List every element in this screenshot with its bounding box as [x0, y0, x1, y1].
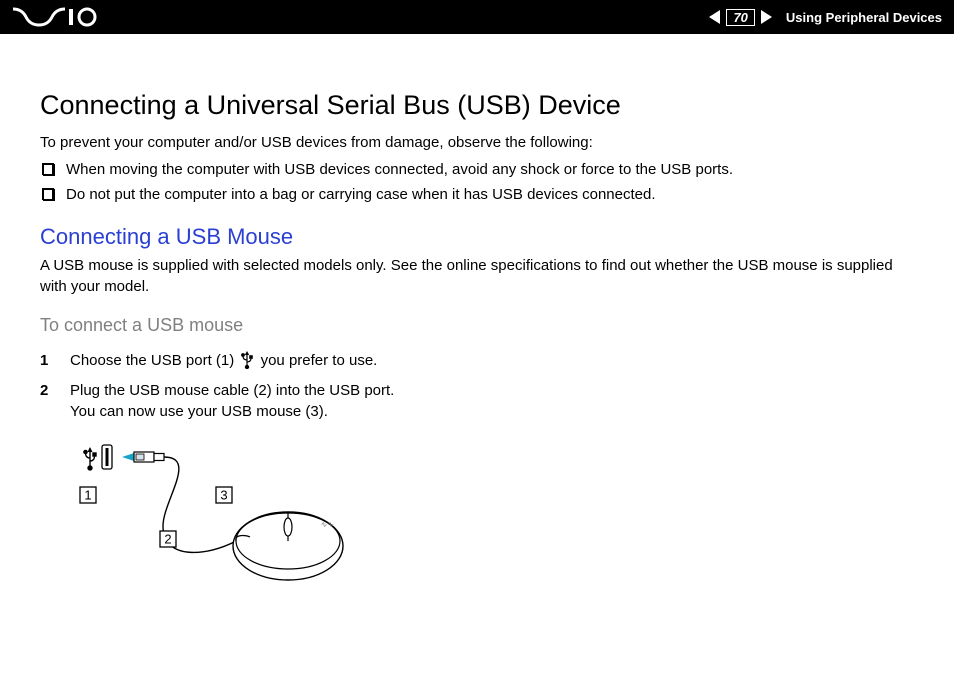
list-item: Plug the USB mouse cable (2) into the US… — [40, 380, 914, 424]
svg-text:1: 1 — [84, 488, 91, 503]
svg-text:2: 2 — [164, 532, 171, 547]
subsection-intro: A USB mouse is supplied with selected mo… — [40, 256, 914, 297]
page-number: 70 — [726, 9, 754, 26]
caution-list: When moving the computer with USB device… — [40, 159, 914, 206]
vaio-logo — [12, 7, 98, 27]
list-item: Choose the USB port (1) you prefer to us… — [40, 350, 914, 376]
usb-icon — [240, 351, 254, 376]
subsection-title: Connecting a USB Mouse — [40, 224, 914, 250]
list-item: Do not put the computer into a bag or ca… — [40, 184, 914, 207]
list-item: When moving the computer with USB device… — [40, 159, 914, 182]
section-title: Using Peripheral Devices — [786, 10, 942, 25]
procedure-title: To connect a USB mouse — [40, 315, 914, 336]
usb-mouse-diagram: 1 2 — [68, 441, 914, 606]
page-content: Connecting a Universal Serial Bus (USB) … — [0, 34, 954, 606]
header-bar: 70 Using Peripheral Devices — [0, 0, 954, 34]
next-page-icon[interactable] — [761, 10, 772, 24]
prev-page-icon[interactable] — [709, 10, 720, 24]
step-list: Choose the USB port (1) you prefer to us… — [40, 350, 914, 423]
svg-text:3: 3 — [220, 488, 227, 503]
page-title: Connecting a Universal Serial Bus (USB) … — [40, 90, 914, 121]
intro-text: To prevent your computer and/or USB devi… — [40, 133, 914, 153]
svg-text:∿∿: ∿∿ — [320, 520, 334, 529]
